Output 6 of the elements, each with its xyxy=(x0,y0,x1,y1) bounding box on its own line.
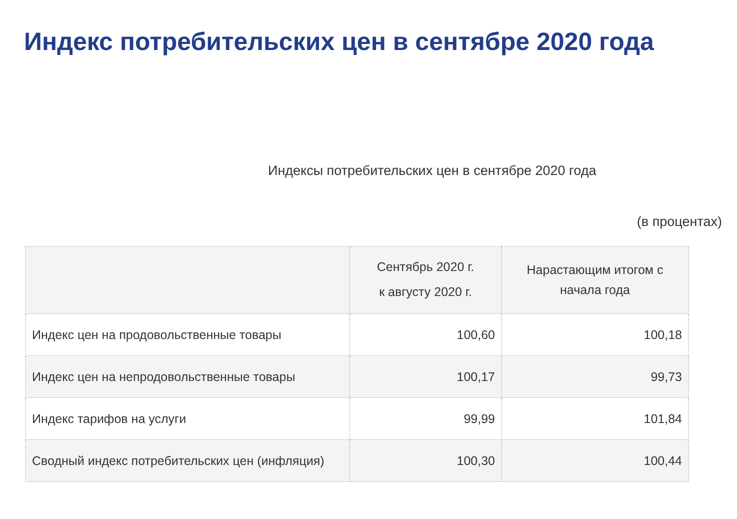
units-note: (в процентах) xyxy=(636,214,722,229)
table-caption: Индексы потребительских цен в сентябре 2020 года xyxy=(268,163,598,178)
table-cell: 100,30 xyxy=(350,440,502,482)
table-cell: 100,44 xyxy=(502,440,688,482)
table-cell: Сводный индекс потребительских цен (инфляция) xyxy=(26,440,350,482)
page-title: Индекс потребительских цен в сентябре 2020 года xyxy=(24,27,655,58)
